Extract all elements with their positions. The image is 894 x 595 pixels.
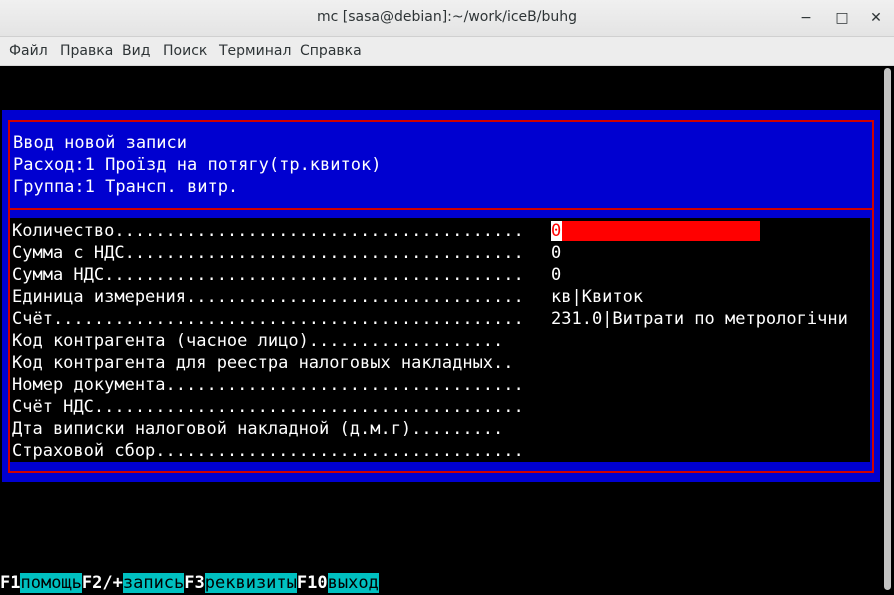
fkey-f10[interactable]: F10 [297,573,328,593]
field-value-quantity[interactable]: 0 [551,220,561,242]
field-value-vat-sum[interactable]: 0 [551,264,561,286]
close-icon[interactable]: ✕ [866,8,886,28]
function-key-bar: F1помощьF2/+записьF3реквизитыF10выход [0,572,379,594]
field-label-account: Счёт....................................… [12,309,524,329]
menu-terminal[interactable]: Терминал [219,43,291,59]
scrollbar-thumb[interactable] [884,68,891,590]
dialog-group: Группа:1 Трансп. витр. [13,177,239,197]
field-label-insurance-fee: Страховой сбор..........................… [12,441,524,461]
menu-bar: Файл Правка Вид Поиск Терминал Справка [0,37,894,66]
field-label-invoice-date: Дта виписки налоговой накладной (д.м.г).… [12,419,504,439]
fkey-save-action[interactable]: запись [122,573,185,593]
menu-help[interactable]: Справка [300,43,362,59]
field-value-sum-with-vat[interactable]: 0 [551,242,561,264]
menu-file[interactable]: Файл [9,43,48,59]
field-label-unit: Единица измерения.......................… [12,287,524,307]
field-value-account[interactable]: 231.0|Витрати по метрологічни [551,308,848,330]
fkey-f3[interactable]: F3 [184,573,204,593]
dialog-heading: Ввод новой записи [13,133,187,153]
window-title: mc [sasa@debian]:~/work/iceB/buhg [317,9,577,25]
fkey-help-action[interactable]: помощь [20,573,82,593]
dialog-expense: Расход:1 Проїзд на потягу(тр.квиток) [13,155,382,175]
fkey-f1[interactable]: F1 [0,573,20,593]
field-label-document-number: Номер документа.........................… [12,375,524,395]
field-label-vat-account: Счёт НДС................................… [12,397,524,417]
field-label-contractor-registry: Код контрагента для реестра налоговых на… [12,353,514,373]
field-label-vat-sum: Сумма НДС...............................… [12,265,524,285]
maximize-icon[interactable]: □ [832,8,852,28]
dialog-separator [8,208,874,210]
menu-search[interactable]: Поиск [163,43,207,59]
menu-view[interactable]: Вид [122,43,150,59]
field-label-contractor-private: Код контрагента (часное лицо)...........… [12,331,504,351]
field-label-quantity: Количество..............................… [12,221,524,241]
minimize-icon[interactable]: − [796,8,816,28]
window-titlebar: mc [sasa@debian]:~/work/iceB/buhg − □ ✕ [0,0,894,37]
quantity-edit-field[interactable] [551,221,760,241]
fkey-f2[interactable]: F2/+ [82,573,123,593]
field-label-sum-with-vat: Сумма с НДС.............................… [12,243,524,263]
fkey-details-action[interactable]: реквизиты [204,573,297,593]
fkey-exit-action[interactable]: выход [327,573,379,593]
menu-edit[interactable]: Правка [60,43,113,59]
field-value-unit[interactable]: кв|Квиток [551,286,643,308]
